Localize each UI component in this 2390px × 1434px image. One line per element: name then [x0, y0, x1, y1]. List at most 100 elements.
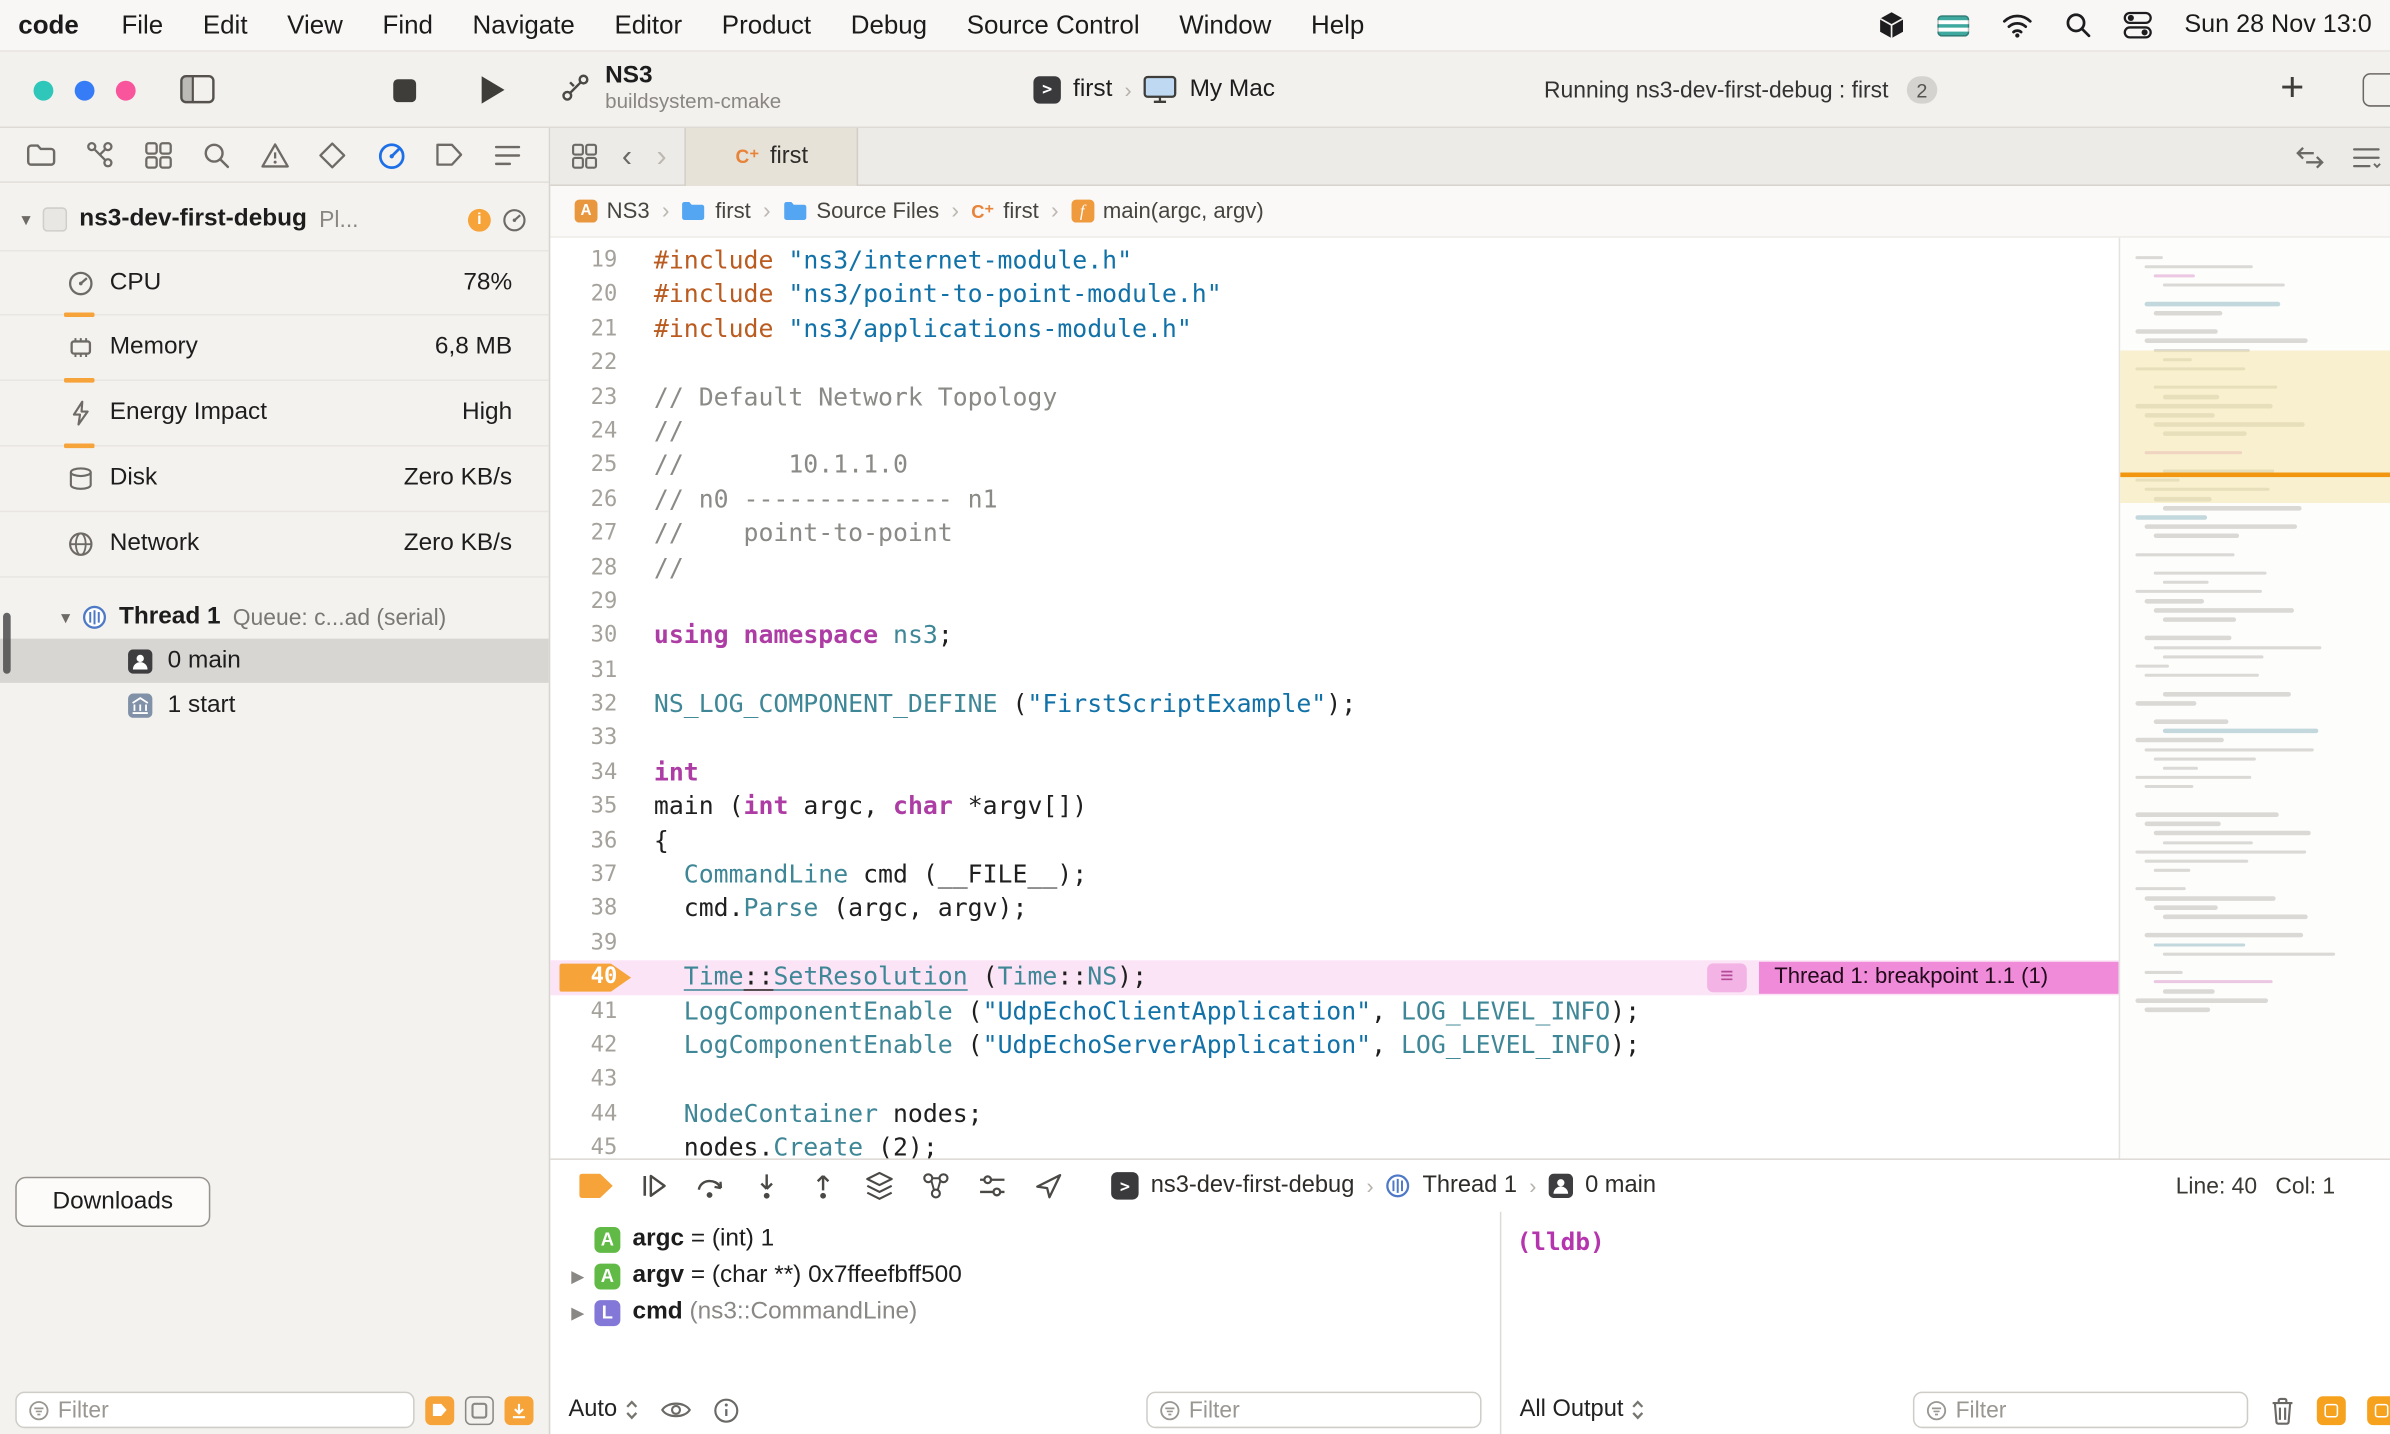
run-button[interactable] — [477, 73, 507, 107]
disclosure-down-icon[interactable]: ▾ — [61, 607, 70, 628]
disclosure-triangle-icon[interactable]: ▶ — [564, 1266, 591, 1285]
code-line-20[interactable]: 20 #include "ns3/point-to-point-module.h" — [550, 278, 2118, 312]
library-add-button[interactable]: + — [2280, 64, 2304, 111]
line-number[interactable]: 31 — [550, 653, 632, 687]
code-line-37[interactable]: 37 CommandLine cmd (__FILE__); — [550, 858, 2118, 892]
line-number[interactable]: 39 — [550, 926, 632, 960]
debug-view-hierarchy-button[interactable] — [864, 1171, 894, 1201]
line-number[interactable]: 37 — [550, 858, 632, 892]
line-number[interactable]: 38 — [550, 892, 632, 926]
menu-item-view[interactable]: View — [287, 10, 343, 40]
control-center-icon[interactable] — [2123, 11, 2152, 40]
output-popup[interactable]: All Output — [1520, 1396, 1645, 1423]
stat-row-network[interactable]: Network Zero KB/s — [0, 512, 549, 578]
code-line-33[interactable]: 33 — [550, 722, 2118, 756]
stat-row-cpu[interactable]: CPU 78% — [0, 249, 549, 318]
breadcrumb-item-4[interactable]: f main(argc, argv) — [1070, 199, 1264, 223]
console-pane-button-2[interactable] — [2367, 1395, 2390, 1425]
code-line-29[interactable]: 29 — [550, 585, 2118, 619]
code-line-28[interactable]: 28 // — [550, 551, 2118, 585]
code-line-31[interactable]: 31 — [550, 653, 2118, 687]
go-back-icon[interactable]: ‹ — [622, 141, 632, 171]
minimap[interactable] — [2118, 237, 2390, 1159]
navigator-filter-input[interactable] — [57, 1396, 401, 1423]
stat-row-disk[interactable]: Disk Zero KB/s — [0, 447, 549, 513]
code-line-39[interactable]: 39 — [550, 926, 2118, 960]
line-number[interactable]: 23 — [550, 380, 632, 414]
spotlight-search-icon[interactable] — [2065, 12, 2091, 38]
simulate-location-button[interactable] — [1033, 1171, 1063, 1201]
wifi-icon[interactable] — [2001, 12, 2033, 38]
code-line-36[interactable]: 36 { — [550, 824, 2118, 858]
clear-console-icon[interactable] — [2270, 1395, 2296, 1424]
step-out-button[interactable] — [808, 1171, 838, 1201]
scheme-selector[interactable]: NS3 buildsystem-cmake — [561, 62, 781, 114]
line-number[interactable]: 30 — [550, 619, 632, 653]
code-line-34[interactable]: 34 int — [550, 756, 2118, 790]
menubar-clock[interactable]: Sun 28 Nov 13:0 — [2184, 11, 2371, 40]
code-line-27[interactable]: 27 // point-to-point — [550, 517, 2118, 551]
disclosure-down-icon[interactable]: ▾ — [21, 209, 30, 230]
menu-item-debug[interactable]: Debug — [851, 10, 927, 40]
line-number[interactable]: 19 — [550, 244, 632, 278]
stack-frame-0-main[interactable]: 0 main — [0, 638, 549, 683]
sidebar-scrollbar[interactable] — [3, 612, 11, 674]
line-number[interactable]: 34 — [550, 756, 632, 790]
variable-row-cmd[interactable]: ▶ Lcmd (ns3::CommandLine) — [564, 1294, 1500, 1331]
console-pane-button[interactable] — [2316, 1395, 2346, 1425]
navigator-filter-field[interactable] — [15, 1391, 415, 1429]
related-items-icon[interactable] — [572, 143, 598, 169]
line-number[interactable]: 41 — [550, 995, 632, 1029]
process-row[interactable]: ▾ ns3-dev-first-debug Pl... i — [0, 198, 549, 241]
show-running-only-button[interactable] — [504, 1395, 534, 1425]
line-number[interactable]: 27 — [550, 517, 632, 551]
activity-viewer[interactable]: Running ns3-dev-first-debug : first 2 — [1544, 76, 1938, 104]
info-icon[interactable]: i — [467, 208, 491, 231]
code-line-21[interactable]: 21 #include "ns3/applications-module.h" — [550, 312, 2118, 346]
code-line-30[interactable]: 30 using namespace ns3; — [550, 619, 2118, 653]
stack-frame-1-start[interactable]: 1 start — [0, 683, 549, 727]
debug-thread-label[interactable]: Thread 1 — [1422, 1172, 1517, 1199]
scope-popup[interactable]: Auto — [569, 1396, 639, 1423]
line-number[interactable]: 42 — [550, 1029, 632, 1063]
code-line-43[interactable]: 43 — [550, 1063, 2118, 1097]
disclosure-triangle-icon[interactable]: ▶ — [564, 1302, 591, 1322]
line-number[interactable]: 25 — [550, 449, 632, 483]
variable-row-argc[interactable]: Aargc = (int) 1 — [564, 1221, 1500, 1258]
editor-mode-button[interactable] — [2362, 73, 2390, 107]
info-outline-icon[interactable] — [713, 1397, 739, 1423]
stat-row-energy-impact[interactable]: Energy Impact High — [0, 381, 549, 449]
debug-navigator-icon[interactable] — [374, 138, 408, 172]
performance-gauge-icon[interactable] — [501, 207, 527, 233]
code-line-35[interactable]: 35 main (int argc, char *argv[]) — [550, 790, 2118, 824]
console-filter-input[interactable] — [1955, 1396, 2235, 1423]
continue-button[interactable] — [639, 1171, 669, 1201]
breadcrumb-item-3[interactable]: C⁺ first — [971, 199, 1039, 223]
line-number[interactable]: 28 — [550, 551, 632, 585]
report-navigator-icon[interactable] — [491, 138, 525, 172]
run-destination-selector[interactable]: > first › My Mac — [1033, 75, 1275, 104]
code-line-40[interactable]: 40 Time::SetResolution (Time::NS); ≡ Threa… — [550, 960, 2119, 995]
line-number[interactable]: 35 — [550, 790, 632, 824]
line-number[interactable]: 44 — [550, 1097, 632, 1131]
find-navigator-icon[interactable] — [199, 138, 233, 172]
step-over-button[interactable] — [695, 1171, 725, 1201]
traffic-light-close-button[interactable] — [33, 80, 54, 101]
test-navigator-icon[interactable] — [316, 138, 350, 172]
menu-item-editor[interactable]: Editor — [614, 10, 682, 40]
go-forward-icon[interactable]: › — [656, 141, 666, 171]
traffic-light-zoom-button[interactable] — [115, 80, 136, 101]
breakpoint-navigator-icon[interactable] — [433, 138, 467, 172]
code-line-22[interactable]: 22 — [550, 346, 2118, 380]
breadcrumb-item-1[interactable]: first — [682, 199, 751, 223]
quick-look-icon[interactable] — [660, 1399, 692, 1420]
debug-frame-label[interactable]: 0 main — [1585, 1172, 1656, 1199]
line-number[interactable]: 32 — [550, 688, 632, 722]
thread-row[interactable]: ▾ Thread 1 Queue: c...ad (serial) — [0, 596, 549, 639]
debug-process-label[interactable]: ns3-dev-first-debug — [1151, 1172, 1355, 1199]
activity-issue-badge[interactable]: 2 — [1906, 76, 1938, 104]
tab-first[interactable]: C⁺ first — [684, 127, 859, 186]
line-number[interactable]: 21 — [550, 312, 632, 346]
symbol-navigator-icon[interactable] — [141, 138, 175, 172]
code-line-32[interactable]: 32 NS_LOG_COMPONENT_DEFINE ("FirstScriptE… — [550, 688, 2118, 722]
